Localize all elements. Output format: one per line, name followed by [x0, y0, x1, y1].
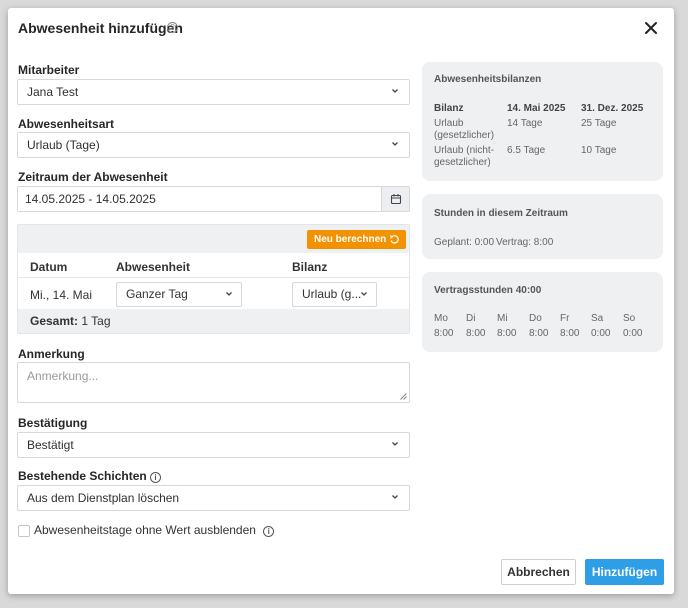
existing-shifts-select[interactable]: Aus dem Dienstplan löschen: [17, 485, 410, 511]
weekday-label: So: [623, 313, 636, 324]
balance-row-value2: 10 Tage: [581, 145, 617, 156]
existing-shifts-label: Bestehende Schichten: [18, 469, 147, 483]
weekday-label: Do: [529, 313, 542, 324]
hide-zero-days-label-row: Abwesenheitstage ohne Wert ausblenden i: [34, 523, 275, 537]
balance-row-value1: 6.5 Tage: [507, 145, 546, 156]
hours-card-title: Stunden in diesem Zeitraum: [434, 208, 568, 219]
balance-row-name-line1: Urlaub (nicht-: [434, 145, 495, 156]
recalculate-button[interactable]: Neu berechnen: [307, 230, 406, 249]
absence-duration-value: Ganzer Tag: [126, 287, 188, 301]
balance-header-name: Bilanz: [434, 103, 464, 114]
weekday-hours: 0:00: [623, 328, 643, 339]
balances-card: Abwesenheitsbilanzen Bilanz 14. Mai 2025…: [422, 62, 663, 181]
period-input[interactable]: 14.05.2025 - 14.05.2025: [17, 186, 410, 212]
chevron-down-icon: [391, 440, 399, 448]
chevron-down-icon: [391, 493, 399, 501]
balance-row-name-line2: gesetzlicher): [434, 157, 491, 168]
balances-card-title: Abwesenheitsbilanzen: [434, 74, 542, 85]
balance-row-value2: 25 Tage: [581, 118, 617, 129]
chevron-down-icon: [225, 290, 233, 298]
weekday-label: Fr: [560, 313, 570, 324]
info-icon[interactable]: i: [263, 526, 275, 537]
period-label: Zeitraum der Abwesenheit: [18, 170, 168, 184]
balance-header-date2: 31. Dez. 2025: [581, 103, 644, 114]
chevron-down-icon: [391, 87, 399, 95]
contract-hours: Vertrag: 8:00: [496, 237, 554, 248]
contract-hours-card-title: Vertragsstunden 40:00: [434, 285, 542, 296]
weekday-hours: 8:00: [497, 328, 517, 339]
column-header-date: Datum: [30, 260, 68, 274]
table-total: Gesamt: 1 Tag: [18, 309, 409, 333]
employee-label: Mitarbeiter: [18, 63, 80, 77]
weekday-label: Di: [466, 313, 476, 324]
close-icon[interactable]: [643, 20, 659, 36]
period-value: 14.05.2025 - 14.05.2025: [25, 192, 156, 206]
total-label: Gesamt:: [30, 314, 79, 328]
balance-value: Urlaub (g...: [302, 287, 362, 301]
absence-type-label: Abwesenheitsart: [18, 117, 115, 131]
employee-select[interactable]: Jana Test: [17, 79, 410, 105]
weekday-hours: 8:00: [529, 328, 549, 339]
balance-select[interactable]: Urlaub (g...: [292, 282, 377, 307]
cancel-button[interactable]: Abbrechen: [501, 559, 576, 585]
hide-zero-days-checkbox[interactable]: [18, 525, 30, 537]
column-header-balance: Bilanz: [292, 260, 328, 274]
note-label: Anmerkung: [18, 347, 85, 361]
chevron-down-icon: [360, 290, 368, 298]
note-textarea[interactable]: Anmerkung...: [17, 362, 410, 403]
absence-days-table: Neu berechnen Datum Abwesenheit Bilanz M…: [17, 224, 410, 334]
divider: [18, 277, 409, 278]
balance-row-name: Urlaub (nicht- gesetzlicher): [434, 145, 494, 169]
column-header-absence: Abwesenheit: [116, 260, 191, 274]
employee-value: Jana Test: [27, 85, 79, 99]
planned-hours: Geplant: 0:00: [434, 237, 495, 248]
balance-header-date1: 14. Mai 2025: [507, 103, 566, 114]
balance-row-value1: 14 Tage: [507, 118, 543, 129]
refresh-icon: [389, 235, 399, 244]
table-toolbar: Neu berechnen: [18, 225, 409, 253]
weekday-label: Sa: [591, 313, 604, 324]
balance-row-name-line2: (gesetzlicher): [434, 130, 495, 141]
row-date: Mi., 14. Mai: [30, 288, 93, 302]
balance-row-name: Urlaub (gesetzlicher): [434, 118, 494, 142]
add-button[interactable]: Hinzufügen: [585, 559, 664, 585]
hours-card: Stunden in diesem Zeitraum Geplant: 0:00…: [422, 194, 663, 259]
note-placeholder: Anmerkung...: [27, 369, 99, 383]
balance-row-name-line1: Urlaub: [434, 118, 464, 129]
weekday-label: Mo: [434, 313, 448, 324]
absence-type-select[interactable]: Urlaub (Tage): [17, 132, 410, 158]
confirmation-label: Bestätigung: [18, 416, 88, 430]
calendar-button[interactable]: [381, 186, 410, 212]
contract-hours-card: Vertragsstunden 40:00 Mo Di Mi Do Fr Sa …: [422, 272, 663, 352]
calendar-icon: [390, 194, 402, 205]
weekday-hours: 0:00: [591, 328, 611, 339]
confirmation-value: Bestätigt: [27, 438, 74, 452]
add-absence-dialog: Abwesenheit hinzufügen ? Mitarbeiter Jan…: [8, 8, 674, 594]
existing-shifts-value: Aus dem Dienstplan löschen: [27, 491, 180, 505]
total-value: 1 Tag: [81, 314, 111, 328]
recalculate-label: Neu berechnen: [314, 234, 387, 245]
weekday-hours: 8:00: [560, 328, 580, 339]
help-icon[interactable]: ?: [167, 22, 178, 33]
weekday-hours: 8:00: [434, 328, 454, 339]
absence-duration-select[interactable]: Ganzer Tag: [116, 282, 242, 307]
existing-shifts-label-row: Bestehende Schichten i: [18, 469, 162, 483]
weekday-hours: 8:00: [466, 328, 486, 339]
confirmation-select[interactable]: Bestätigt: [17, 432, 410, 458]
weekday-label: Mi: [497, 313, 508, 324]
info-icon[interactable]: i: [150, 472, 162, 483]
hide-zero-days-label[interactable]: Abwesenheitstage ohne Wert ausblenden: [34, 523, 256, 537]
chevron-down-icon: [391, 140, 399, 148]
dialog-title: Abwesenheit hinzufügen: [18, 20, 183, 36]
absence-type-value: Urlaub (Tage): [27, 138, 100, 152]
resize-handle-icon[interactable]: [400, 393, 407, 400]
